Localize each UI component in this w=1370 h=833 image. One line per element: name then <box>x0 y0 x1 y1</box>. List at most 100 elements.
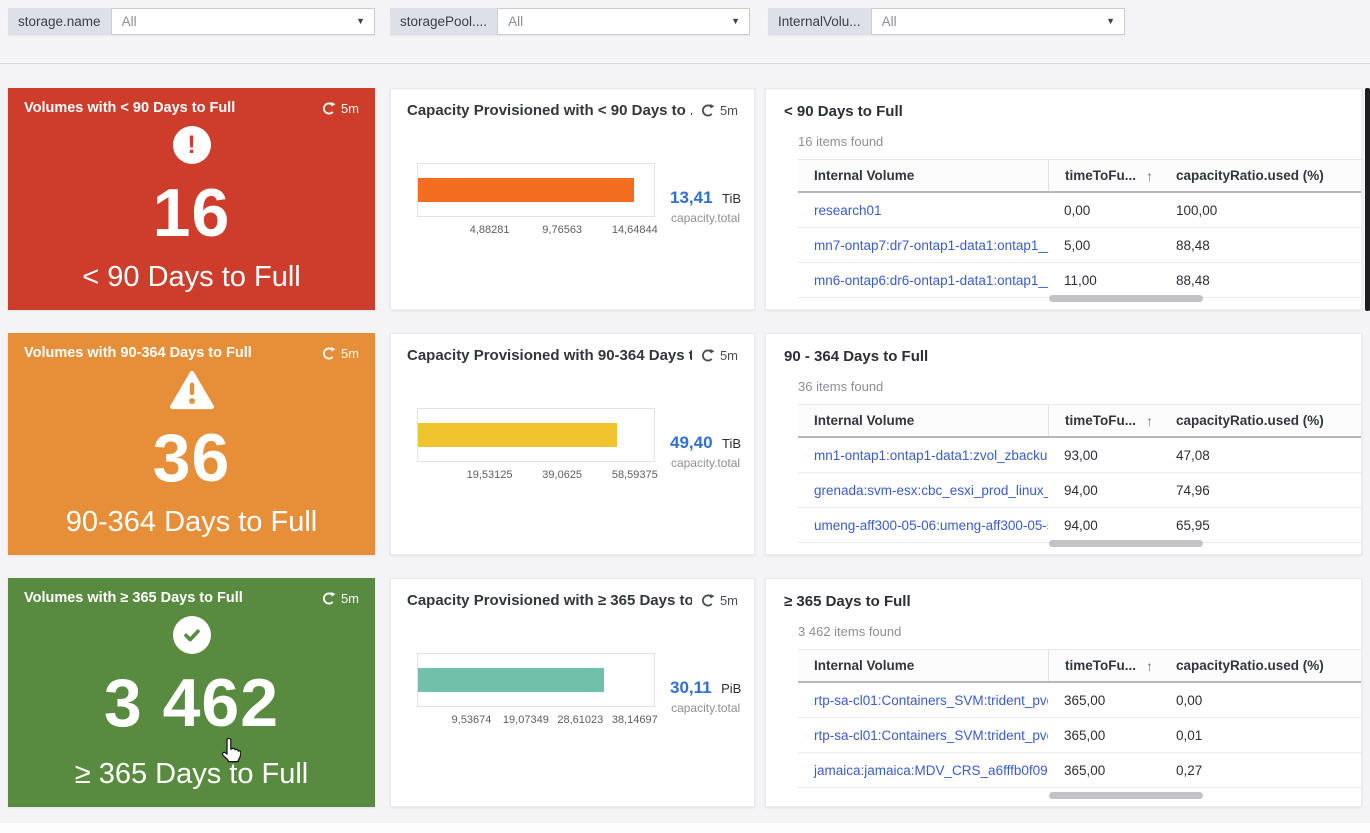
filter-internal-volume-select[interactable]: All ▼ <box>870 8 1125 35</box>
warning-triangle-icon <box>169 370 214 410</box>
items-found: 36 items found <box>798 379 884 394</box>
refresh-control[interactable]: 5m <box>321 591 359 606</box>
internal-volume-link[interactable]: rtp-sa-cl01:Containers_SVM:trident_pvc_f… <box>798 683 1048 717</box>
kpi-count: 16 <box>152 175 231 251</box>
internal-volume-link[interactable]: grenada:svm-esx:cbc_esxi_prod_linux_ds_.… <box>798 473 1048 507</box>
kpi-card-gte365[interactable]: Volumes with ≥ 365 Days to Full 5m 3 462… <box>8 578 375 807</box>
bar-chart-plot <box>417 408 655 462</box>
refresh-control[interactable]: 5m <box>700 593 738 608</box>
internal-volume-link[interactable]: jamaica:jamaica:MDV_CRS_a6fffb0f095c11e.… <box>798 753 1048 787</box>
capacity-bar <box>418 178 635 202</box>
filter-label: storage.name <box>8 8 111 35</box>
internal-volume-link[interactable]: mn1-ontap1:ontap1-data1:zvol_zbackup_s..… <box>798 438 1048 472</box>
refresh-control[interactable]: 5m <box>321 346 359 361</box>
chart-card-gte365: Capacity Provisioned with ≥ 365 Days to.… <box>390 578 755 807</box>
time-to-full-value: 0,00 <box>1064 202 1091 218</box>
column-header-time-to-full[interactable]: timeToFu... ↑ <box>1048 405 1160 436</box>
time-to-full-value: 93,00 <box>1064 447 1098 463</box>
dashboard-row-90-364: Volumes with 90-364 Days to Full 5m 36 9… <box>8 333 1370 555</box>
time-to-full-value: 365,00 <box>1064 692 1106 708</box>
axis-tick-label: 28,61023 <box>557 714 604 726</box>
internal-volume-link[interactable]: rtp-sa-cl01:Containers_SVM:trident_pvc_0… <box>798 718 1048 752</box>
refresh-control[interactable]: 5m <box>700 103 738 118</box>
bar-chart-plot <box>417 653 655 707</box>
filter-storage-name-select[interactable]: All ▼ <box>110 8 375 35</box>
column-header-internal-volume[interactable]: Internal Volume <box>798 160 1048 191</box>
sort-asc-icon: ↑ <box>1146 657 1153 674</box>
chart-value: 30,11 <box>670 678 712 697</box>
filter-label: InternalVolu... <box>768 8 871 35</box>
table-header: Internal Volume timeToFu... ↑ capacityRa… <box>798 159 1361 193</box>
column-header-time-to-full[interactable]: timeToFu... ↑ <box>1048 650 1160 681</box>
capacity-ratio-value: 100,00 <box>1176 202 1218 218</box>
capacity-ratio-value: 88,48 <box>1176 272 1210 288</box>
table-title: 90 - 364 Days to Full <box>784 348 929 365</box>
table-title: < 90 Days to Full <box>784 103 903 120</box>
refresh-icon <box>700 593 715 608</box>
horizontal-scrollbar[interactable] <box>1049 540 1203 547</box>
capacity-bar <box>418 423 617 447</box>
chevron-down-icon: ▼ <box>356 16 365 26</box>
refresh-control[interactable]: 5m <box>321 101 359 116</box>
table-row: rtp-sa-cl01:Containers_SVM:trident_pvc_0… <box>798 718 1361 753</box>
x-axis-ticks: 4,88281 9,76563 14,64844 <box>417 224 658 239</box>
column-header-time-to-full[interactable]: timeToFu... ↑ <box>1048 160 1160 191</box>
refresh-interval: 5m <box>719 103 738 118</box>
column-header-internal-volume[interactable]: Internal Volume <box>798 405 1048 436</box>
time-to-full-value: 365,00 <box>1064 727 1106 743</box>
kpi-card-lt90[interactable]: Volumes with < 90 Days to Full 5m 16 < 9… <box>8 88 375 310</box>
table-row: jamaica:jamaica:MDV_CRS_a6fffb0f095c11e.… <box>798 753 1361 788</box>
refresh-icon <box>321 346 336 361</box>
capacity-ratio-value: 0,00 <box>1176 692 1203 708</box>
table-row: research01 0,00 100,00 <box>798 193 1361 228</box>
kpi-count: 36 <box>152 420 231 496</box>
x-axis-ticks: 19,53125 39,0625 58,59375 <box>417 469 658 484</box>
internal-volume-link[interactable]: research01 <box>798 193 1048 227</box>
refresh-control[interactable]: 5m <box>700 348 738 363</box>
internal-volume-link[interactable]: mn6-ontap6:dr6-ontap1-data1:ontap1__ph..… <box>798 263 1048 297</box>
time-to-full-value: 365,00 <box>1064 762 1106 778</box>
kpi-label: ≥ 365 Days to Full <box>74 758 309 790</box>
kpi-card-90-364[interactable]: Volumes with 90-364 Days to Full 5m 36 9… <box>8 333 375 555</box>
chart-title: Capacity Provisioned with 90-364 Days t.… <box>407 347 692 364</box>
next-section-edge <box>0 823 1370 833</box>
chevron-down-icon: ▼ <box>731 16 740 26</box>
kpi-label: < 90 Days to Full <box>82 261 301 293</box>
axis-tick-label: 9,76563 <box>542 224 583 236</box>
items-found: 16 items found <box>798 134 884 149</box>
time-to-full-value: 5,00 <box>1064 237 1091 253</box>
check-circle-icon <box>172 615 211 655</box>
bar-chart-plot <box>417 163 655 217</box>
horizontal-scrollbar[interactable] <box>1049 295 1203 302</box>
items-found: 3 462 items found <box>798 624 902 639</box>
horizontal-scrollbar[interactable] <box>1049 792 1203 799</box>
chart-unit: TiB <box>722 436 742 451</box>
axis-tick-label: 38,14697 <box>611 714 658 726</box>
column-header-capacity-ratio[interactable]: capacityRatio.used (%) <box>1160 650 1361 681</box>
column-header-capacity-ratio[interactable]: capacityRatio.used (%) <box>1160 160 1361 191</box>
chart-value: 13,41 <box>670 188 713 207</box>
internal-volume-link[interactable]: mn7-ontap7:dr7-ontap1-data1:ontap1__ph..… <box>798 228 1048 262</box>
refresh-icon <box>700 103 715 118</box>
table-row: rtp-sa-cl01:Containers_SVM:trident_pvc_f… <box>798 683 1361 718</box>
filter-internal-volume: InternalVolu... All ▼ <box>768 8 1125 35</box>
refresh-icon <box>321 101 336 116</box>
filter-selected-value: All <box>508 14 524 29</box>
sort-asc-icon: ↑ <box>1146 167 1153 184</box>
chart-unit: PiB <box>721 681 742 696</box>
capacity-dashboard: storage.name All ▼ storagePool.... All ▼… <box>0 0 1370 833</box>
chart-unit: TiB <box>722 191 742 206</box>
time-to-full-value: 11,00 <box>1064 272 1097 288</box>
vertical-scrollbar[interactable] <box>1365 88 1370 311</box>
internal-volume-link[interactable]: umeng-aff300-05-06:umeng-aff300-05-svm..… <box>798 508 1048 542</box>
column-header-capacity-ratio[interactable]: capacityRatio.used (%) <box>1160 405 1361 436</box>
table-row: umeng-aff300-05-06:umeng-aff300-05-svm..… <box>798 508 1361 543</box>
column-header-internal-volume[interactable]: Internal Volume <box>798 650 1048 681</box>
table-header: Internal Volume timeToFu... ↑ capacityRa… <box>798 649 1361 683</box>
x-axis-ticks: 9,53674 19,07349 28,61023 38,14697 <box>417 714 658 729</box>
filter-storage-pool-select[interactable]: All ▼ <box>497 8 750 35</box>
axis-tick-label: 14,64844 <box>611 224 658 236</box>
chart-title: Capacity Provisioned with < 90 Days to .… <box>407 102 692 119</box>
kpi-title: Volumes with ≥ 365 Days to Full <box>24 590 243 606</box>
capacity-ratio-value: 65,95 <box>1176 517 1210 533</box>
